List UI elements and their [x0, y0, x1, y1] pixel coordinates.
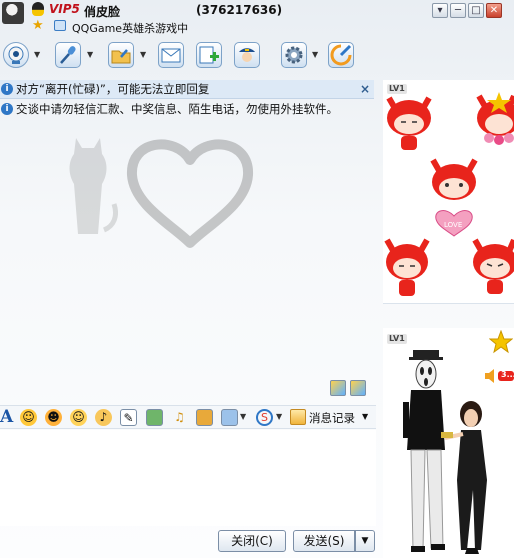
window-menu-button[interactable]: ▾ — [432, 3, 448, 18]
emoticon-icon[interactable]: ☺ — [20, 409, 37, 426]
chat-header: ★ VIP5 俏皮脸 (376217636) QQGame英雄杀游戏中 ▾ ─ □ ✕ — [0, 0, 514, 38]
close-button[interactable]: 关闭(C) — [218, 530, 286, 552]
game-status-icon — [54, 20, 66, 31]
info-icon: i — [1, 103, 13, 115]
love-label: LOVE — [444, 221, 462, 229]
star-icon: ★ — [32, 18, 44, 33]
message-history-icon[interactable] — [290, 409, 306, 425]
email-icon[interactable] — [158, 42, 184, 68]
add-app-icon[interactable] — [196, 42, 222, 68]
send-file-dropdown-icon[interactable]: ▼ — [140, 50, 146, 59]
security-notice: i 交谈中请勿轻信汇款、中奖信息、陌生电话，勿使用外挂软件。 — [0, 100, 374, 119]
minimize-button[interactable]: ─ — [450, 3, 466, 18]
send-image-icon[interactable] — [146, 409, 163, 426]
message-history-area[interactable] — [0, 120, 376, 380]
avatar-couple-illustration — [403, 350, 487, 554]
contact-avatar[interactable] — [2, 2, 24, 24]
microphone-dropdown-icon[interactable]: ▼ — [87, 50, 93, 59]
webcam-dropdown-icon[interactable]: ▼ — [34, 50, 40, 59]
search-dropdown-icon[interactable]: ▼ — [276, 412, 282, 421]
magic-emoticon-icon[interactable]: ☻ — [45, 409, 62, 426]
message-history-label[interactable]: 消息记录 — [309, 410, 355, 426]
close-notice-icon[interactable]: × — [360, 80, 370, 99]
voice-message-icon[interactable]: ♪ — [95, 409, 112, 426]
settings-icon[interactable] — [281, 42, 307, 68]
contact-status-text: QQGame英雄杀游戏中 — [72, 22, 189, 35]
heart-decoration — [127, 139, 253, 248]
send-options-dropdown[interactable]: ▼ — [355, 530, 375, 552]
security-notice-text: 交谈中请勿轻信汇款、中奖信息、陌生电话，勿使用外挂软件。 — [16, 102, 338, 116]
fox-characters-illustration: LOVE — [384, 92, 514, 296]
cat-silhouette-decoration — [69, 138, 118, 234]
webcam-icon[interactable] — [3, 42, 29, 68]
away-notice-text: 对方“离开(忙碌)”，可能无法立即回复 — [16, 82, 210, 96]
vibrate-icon[interactable]: ☺ — [70, 409, 87, 426]
send-file-icon[interactable] — [108, 42, 134, 68]
screenshot-dropdown-icon[interactable]: ▼ — [240, 412, 246, 421]
view-toggle-icons — [330, 380, 370, 399]
fox-blushing-figure — [386, 96, 432, 150]
microphone-icon[interactable] — [55, 42, 81, 68]
search-icon[interactable]: S — [256, 409, 273, 426]
fox-love-heart-figure: LOVE — [430, 158, 478, 237]
music-icon[interactable]: ♫ — [171, 409, 188, 426]
contact-show-panel[interactable]: LV1 LOVE — [383, 80, 514, 304]
fox-with-flowers-figure — [476, 92, 514, 145]
away-notice: i 对方“离开(忙碌)”，可能无法立即回复 × — [0, 80, 374, 99]
vip-badge: VIP5 — [49, 2, 80, 16]
contact-name: 俏皮脸 — [84, 5, 121, 19]
info-icon: i — [1, 83, 13, 95]
screenshot-icon[interactable] — [221, 409, 238, 426]
font-icon[interactable]: A — [0, 407, 13, 427]
maximize-button[interactable]: □ — [468, 3, 484, 18]
police-security-icon[interactable] — [234, 42, 260, 68]
send-button[interactable]: 发送(S) — [293, 530, 355, 552]
expand-view-icon[interactable] — [330, 380, 346, 396]
close-window-button[interactable]: ✕ — [486, 3, 502, 18]
qq-penguin-icon — [32, 2, 44, 16]
message-input[interactable] — [0, 430, 376, 526]
male-avatar-figure — [403, 350, 445, 552]
my-show-panel[interactable]: LV1 3... — [383, 328, 514, 558]
input-toolbar: A ☺ ☻ ☺ ♪ ✎ ♫ ▼ S ▼ 消息记录 ▼ — [0, 405, 376, 429]
settings-dropdown-icon[interactable]: ▼ — [312, 50, 318, 59]
speech-text: 3... — [501, 370, 514, 379]
fox-crying-figure — [384, 238, 430, 296]
window-controls: ▾ ─ □ ✕ — [432, 2, 504, 18]
contact-qq-number: (376217636) — [196, 3, 283, 17]
message-history-dropdown-icon[interactable]: ▼ — [362, 412, 368, 421]
qq-game-icon[interactable] — [328, 42, 354, 68]
female-avatar-figure — [441, 401, 487, 554]
color-palette-icon[interactable] — [350, 380, 366, 396]
gift-icon[interactable] — [196, 409, 213, 426]
chat-toolbar: ▼ ▼ ▼ ▼ — [0, 42, 380, 78]
scribble-icon[interactable]: ✎ — [120, 409, 137, 426]
fox-angry-figure — [472, 238, 514, 294]
